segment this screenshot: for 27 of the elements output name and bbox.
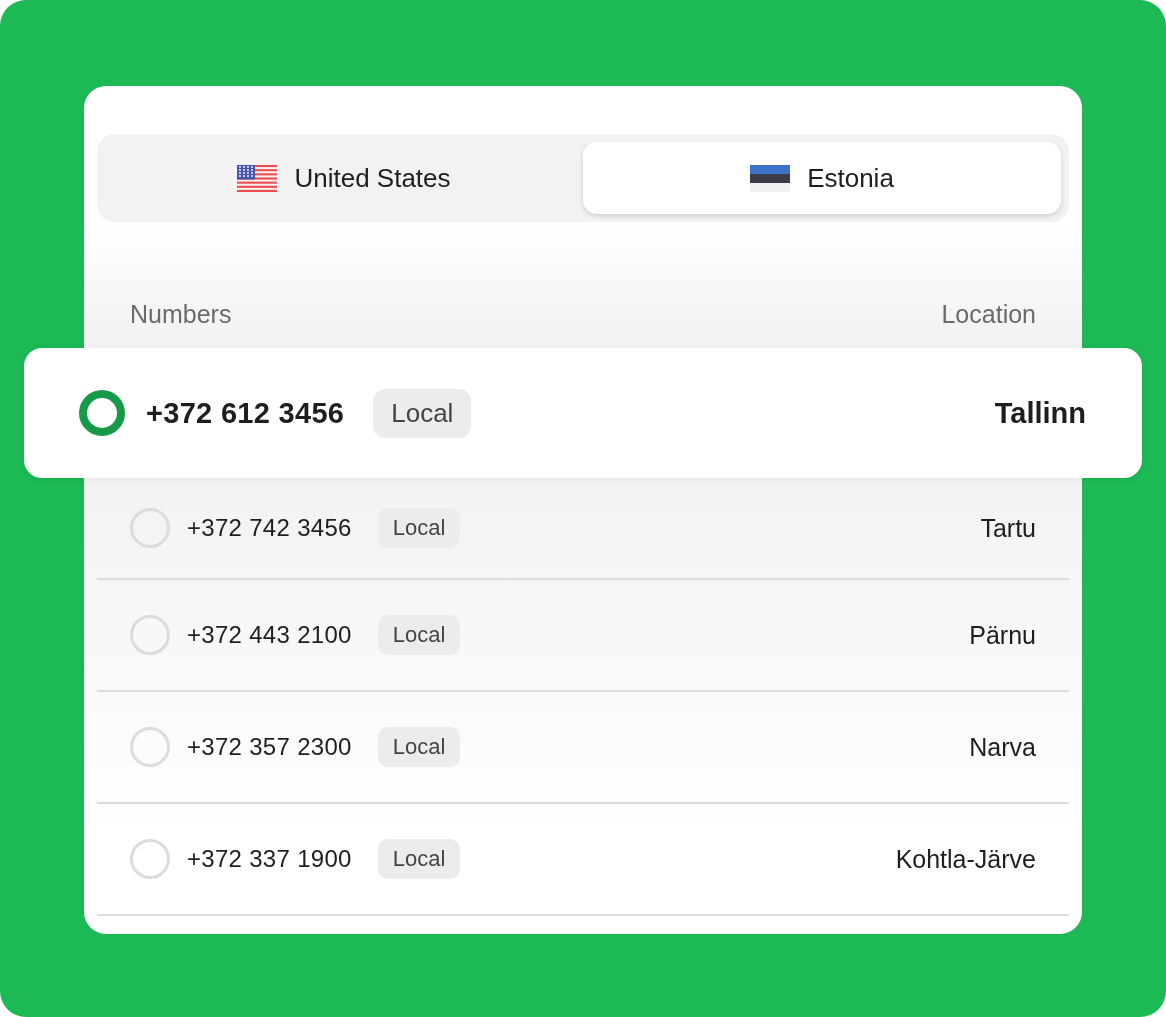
- location-text: Tartu: [980, 513, 1036, 543]
- number-row[interactable]: +372 337 1900 Local Kohtla-Järve: [97, 804, 1069, 916]
- radio-button[interactable]: [79, 390, 125, 436]
- phone-number: +372 443 2100: [187, 621, 352, 649]
- phone-number: +372 612 3456: [146, 396, 345, 430]
- phone-number: +372 357 2300: [187, 733, 352, 761]
- location-text: Pärnu: [969, 620, 1036, 650]
- number-row[interactable]: +372 443 2100 Local Pärnu: [97, 580, 1069, 692]
- location-text: Narva: [969, 732, 1036, 762]
- location-text: Kohtla-Järve: [895, 844, 1036, 874]
- phone-number: +372 337 1900: [187, 845, 352, 873]
- type-tag: Local: [373, 388, 472, 438]
- flag-icon: [750, 164, 791, 192]
- country-tab[interactable]: Estonia: [583, 142, 1061, 214]
- country-tab[interactable]: United States: [105, 142, 583, 214]
- number-row[interactable]: +372 742 3456 Local Tartu: [97, 478, 1069, 580]
- phone-number: +372 742 3456: [187, 514, 352, 542]
- column-header: Location: [941, 300, 1036, 330]
- location-text: Tallinn: [994, 396, 1086, 430]
- type-tag: Local: [377, 615, 461, 655]
- type-tag: Local: [377, 839, 461, 879]
- flag-icon: [237, 164, 278, 192]
- type-tag: Local: [377, 727, 461, 767]
- type-tag: Local: [377, 508, 461, 548]
- column-header: Numbers: [130, 300, 232, 330]
- number-row[interactable]: +372 612 3456 Local Tallinn: [24, 348, 1142, 478]
- number-row[interactable]: +372 357 2300 Local Narva: [97, 692, 1069, 804]
